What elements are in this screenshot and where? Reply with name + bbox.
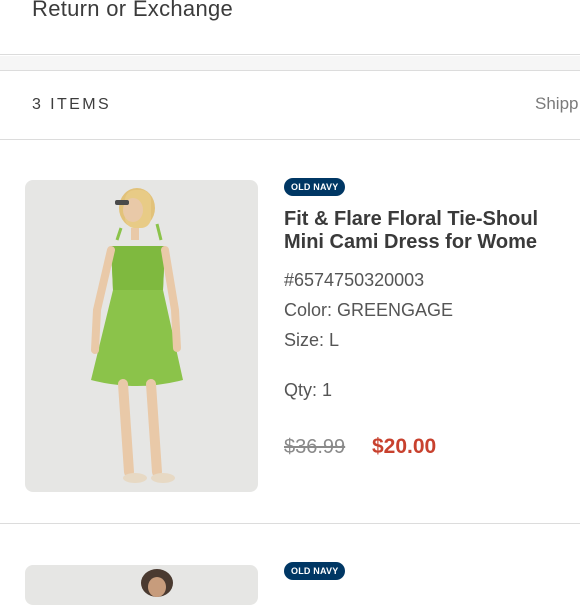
model-illustration (141, 569, 173, 597)
brand-badge: OLD NAVY (284, 178, 346, 196)
band-divider (0, 70, 580, 71)
product-quantity: Qty: 1 (284, 380, 333, 400)
product-title-line-1: Fit & Flare Floral Tie-Shoul (284, 208, 539, 230)
shipping-label[interactable]: Shipp (535, 94, 578, 114)
product-title-line-2: Mini Cami Dress for Wome (284, 231, 538, 253)
original-price: $36.99 (284, 436, 346, 458)
product-title[interactable]: Fit & Flare Floral Tie-Shoul Mini Cami D… (284, 208, 580, 254)
items-count-label: 3 ITEMS (32, 96, 112, 113)
page-header-title: Return or Exchange (32, 0, 234, 21)
product-color: Color: GREENGAGE (284, 300, 454, 320)
product-divider (0, 523, 580, 524)
items-divider (0, 139, 580, 140)
product-sku: #6574750320003 (284, 270, 425, 290)
product-size: Size: L (284, 330, 340, 350)
product-image[interactable] (25, 180, 258, 492)
section-gray-band (0, 56, 580, 70)
dress-model-illustration (91, 188, 183, 483)
product-image[interactable] (25, 565, 258, 605)
header-divider (0, 54, 580, 55)
brand-badge: OLD NAVY (284, 562, 346, 580)
sale-price: $20.00 (372, 435, 437, 458)
